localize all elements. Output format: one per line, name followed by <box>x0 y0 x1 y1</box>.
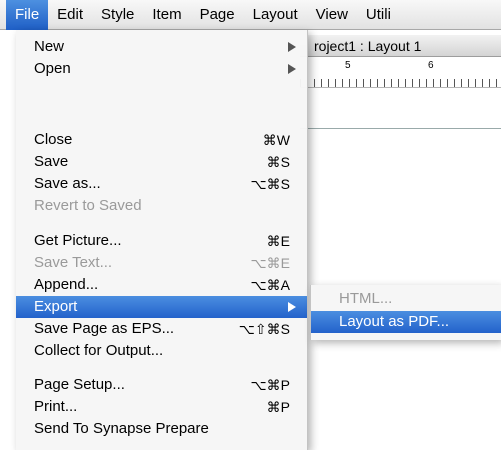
export-submenu: HTML... Layout as PDF... <box>310 285 501 340</box>
submenu-arrow-icon <box>288 302 296 312</box>
page-guide-line <box>300 128 501 129</box>
menu-item-close[interactable]: Close ⌘W <box>16 129 307 151</box>
menu-item-label: Save Page as EPS... <box>34 320 175 337</box>
submenu-item-layout-as-pdf[interactable]: Layout as PDF... <box>311 311 501 333</box>
submenu-item-html: HTML... <box>339 290 393 307</box>
menu-file[interactable]: File <box>6 0 49 30</box>
menu-item-shortcut: ⌥⌘P <box>250 377 290 393</box>
menu-item-print[interactable]: Print... ⌘P <box>16 396 307 418</box>
menu-item-shortcut: ⌥⌘S <box>250 176 290 192</box>
menu-item-save-page-as-eps[interactable]: Save Page as EPS... ⌥⇧⌘S <box>16 318 307 340</box>
menu-item-page-setup[interactable]: Page Setup... ⌥⌘P <box>16 374 307 396</box>
menu-item-open[interactable]: Open <box>16 58 307 80</box>
menu-item-label: Open <box>34 60 71 77</box>
submenu-arrow-icon <box>288 42 296 52</box>
menu-item-collect-for-output[interactable]: Collect for Output... <box>16 340 307 362</box>
menu-item-label: Append... <box>34 276 99 293</box>
menu-item-get-picture[interactable]: Get Picture... ⌘E <box>16 230 307 252</box>
menu-item-export[interactable]: Export <box>16 296 307 318</box>
menu-item-shortcut: ⌥⌘A <box>250 277 290 293</box>
submenu-arrow-icon <box>288 64 296 74</box>
menu-item-save-as[interactable]: Save as... ⌥⌘S <box>16 173 307 195</box>
menu-item-shortcut: ⌘S <box>266 154 290 170</box>
menu-item-label: Save <box>34 153 69 170</box>
menu-item-save-text: Save Text... ⌥⌘E <box>16 252 307 274</box>
menu-utilities[interactable]: Utili <box>357 0 400 30</box>
menu-style[interactable]: Style <box>92 0 143 30</box>
menu-item-label: Get Picture... <box>34 232 122 249</box>
ruler-number: 5 <box>345 60 351 71</box>
menu-item-label: New <box>34 38 65 55</box>
document-title[interactable]: roject1 : Layout 1 <box>300 35 501 57</box>
document-window: roject1 : Layout 1 5 6 <box>300 30 501 450</box>
menu-item-label: Send To Synapse Prepare <box>34 420 209 437</box>
menu-item-revert-to-saved: Revert to Saved <box>16 195 307 217</box>
ruler-number: 6 <box>428 60 434 71</box>
menu-item-save[interactable]: Save ⌘S <box>16 151 307 173</box>
menu-item-label: Save Text... <box>34 254 113 271</box>
menu-item[interactable]: Item <box>143 0 190 30</box>
menu-item-label: Close <box>34 131 73 148</box>
menu-item-send-to-synapse-prepare[interactable]: Send To Synapse Prepare <box>16 418 307 440</box>
menu-item-shortcut: ⌘P <box>266 399 290 415</box>
menu-layout[interactable]: Layout <box>244 0 307 30</box>
menu-item-append[interactable]: Append... ⌥⌘A <box>16 274 307 296</box>
menu-item-new[interactable]: New <box>16 36 307 58</box>
menu-item-shortcut: ⌥⇧⌘S <box>238 321 290 337</box>
file-menu: New Open Close ⌘W Save ⌘S Save as... ⌥⌘S… <box>16 30 308 450</box>
menu-item-label: Revert to Saved <box>34 197 142 214</box>
menu-item-label: Save as... <box>34 175 101 192</box>
menu-bar: File Edit Style Item Page Layout View Ut… <box>0 0 501 30</box>
menu-page[interactable]: Page <box>191 0 244 30</box>
menu-edit[interactable]: Edit <box>48 0 92 30</box>
menu-item-label: Export <box>34 298 78 315</box>
menu-item-label: Print... <box>34 398 78 415</box>
menu-item-label: Page Setup... <box>34 376 125 393</box>
menu-item-shortcut: ⌘E <box>266 233 290 249</box>
horizontal-ruler[interactable]: 5 6 <box>300 58 501 88</box>
ruler-ticks <box>300 79 501 87</box>
menu-item-label: Collect for Output... <box>34 342 164 359</box>
menu-view[interactable]: View <box>307 0 357 30</box>
menu-item-shortcut: ⌘W <box>262 132 290 148</box>
menu-item-shortcut: ⌥⌘E <box>250 255 290 271</box>
